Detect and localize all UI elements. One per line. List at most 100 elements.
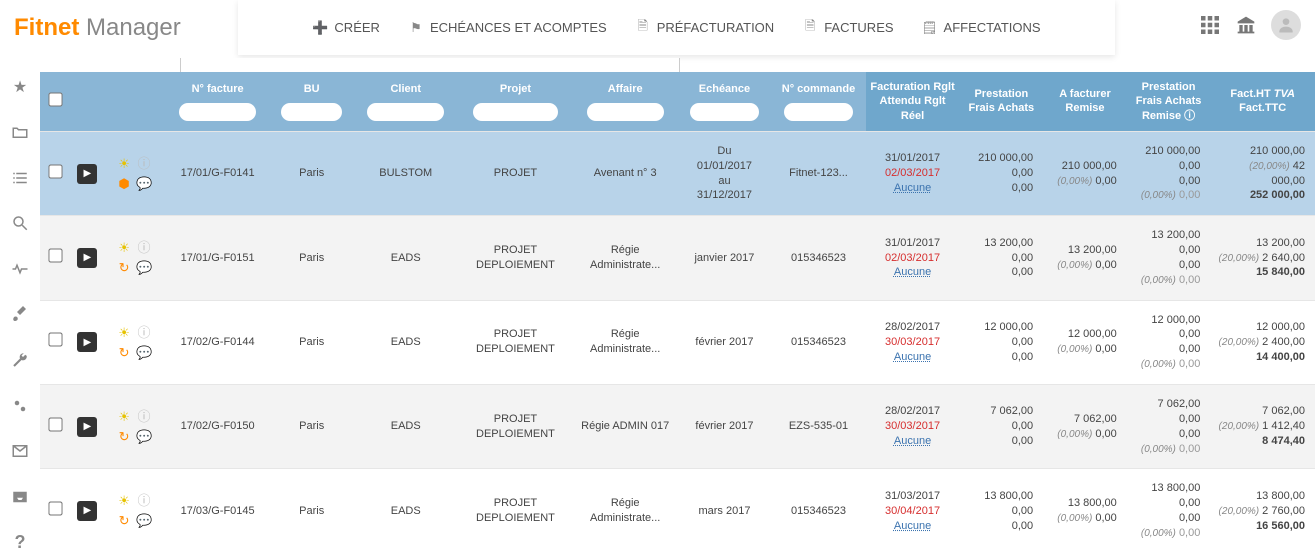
table-row[interactable]: ▶☀ⓘ↻💬17/02/G-F0144ParisEADSPROJET DEPLOI… xyxy=(40,300,1315,384)
filter-num-commande[interactable] xyxy=(784,103,853,121)
gears-icon[interactable] xyxy=(9,395,31,417)
wrench-icon[interactable] xyxy=(9,349,31,371)
cell-echeance: mars 2017 xyxy=(677,469,771,553)
mail-icon[interactable] xyxy=(9,440,31,462)
comment-icon[interactable]: 💬 xyxy=(136,176,152,192)
play-button[interactable]: ▶ xyxy=(77,248,97,268)
table-row[interactable]: ▶☀ⓘ↻💬17/02/G-F0150ParisEADSPROJET DEPLOI… xyxy=(40,385,1315,469)
flag-icon: ⚑ xyxy=(408,20,424,36)
filter-affaire[interactable] xyxy=(587,103,664,121)
list-icon[interactable] xyxy=(9,167,31,189)
row-play-cell: ▶ xyxy=(71,300,102,384)
info-icon[interactable]: ⓘ xyxy=(136,409,152,425)
nav-factures[interactable]: 🗎 FACTURES xyxy=(802,20,893,36)
bank-icon[interactable] xyxy=(1235,14,1257,36)
rglt-reel-link[interactable]: Aucune xyxy=(872,519,954,534)
nav-affectations[interactable]: 🗒 AFFECTATIONS xyxy=(922,20,1041,36)
header-fact-ht-l3: Fact.TTC xyxy=(1239,102,1286,114)
cell-prestation: 210 000,000,000,00 xyxy=(960,131,1044,215)
help-icon[interactable]: ? xyxy=(9,531,31,553)
plus-circle-icon: ➕ xyxy=(312,20,328,36)
table-area: N° facture BU Client Projet Affaire xyxy=(40,58,1315,553)
row-checkbox[interactable] xyxy=(49,164,63,178)
search-icon[interactable] xyxy=(9,213,31,235)
cell-fact-ht: 210 000,00(20,00%) 42 000,00252 000,00 xyxy=(1210,131,1315,215)
clock-refresh-icon[interactable]: ↻ xyxy=(116,260,132,276)
user-avatar[interactable] xyxy=(1271,10,1301,40)
folder-open-icon[interactable] xyxy=(9,122,31,144)
star-icon[interactable]: ★ xyxy=(9,76,31,98)
header-affaire: Affaire xyxy=(573,72,678,131)
play-button[interactable]: ▶ xyxy=(77,417,97,437)
play-button[interactable]: ▶ xyxy=(77,501,97,521)
header-prestation2-l2: Frais xyxy=(1136,95,1162,107)
table-row[interactable]: ▶☀ⓘ↻💬17/01/G-F0151ParisEADSPROJET DEPLOI… xyxy=(40,216,1315,300)
table-row[interactable]: ▶☀ⓘ↻💬17/03/G-F0145ParisEADSPROJET DEPLOI… xyxy=(40,469,1315,553)
play-button[interactable]: ▶ xyxy=(77,332,97,352)
cell-facturation: 28/02/201730/03/2017Aucune xyxy=(866,300,960,384)
rglt-reel-link[interactable]: Aucune xyxy=(872,434,954,449)
status-sun-icon[interactable]: ☀ xyxy=(116,493,132,509)
invoice-icon: 🗎 xyxy=(802,20,818,36)
cell-fact-ht: 13 200,00(20,00%) 2 640,0015 840,00 xyxy=(1210,216,1315,300)
nav-echeances-label: ECHÉANCES ET ACOMPTES xyxy=(430,20,607,35)
logo-brand1: Fitnet xyxy=(14,14,79,41)
row-checkbox[interactable] xyxy=(49,502,63,516)
clock-refresh-icon[interactable]: ↻ xyxy=(116,429,132,445)
cell-client: BULSTOM xyxy=(353,131,458,215)
rglt-reel-link[interactable]: Aucune xyxy=(872,350,954,365)
filter-echeance[interactable] xyxy=(690,103,759,121)
cell-fact-ht: 7 062,00(20,00%) 1 412,408 474,40 xyxy=(1210,385,1315,469)
table-row[interactable]: ▶☀ⓘ⬢💬17/01/G-F0141ParisBULSTOMPROJETAven… xyxy=(40,131,1315,215)
clock-refresh-icon[interactable]: ↻ xyxy=(116,344,132,360)
cube-icon[interactable]: ⬢ xyxy=(116,176,132,192)
filter-projet[interactable] xyxy=(473,103,559,121)
play-button[interactable]: ▶ xyxy=(77,164,97,184)
cell-client: EADS xyxy=(353,216,458,300)
clock-refresh-icon[interactable]: ↻ xyxy=(116,513,132,529)
header-prestation2-l1: Prestation xyxy=(1142,81,1196,93)
header-num-commande: N° commande xyxy=(771,72,865,131)
row-checkbox-cell xyxy=(40,385,71,469)
info-icon[interactable]: ⓘ xyxy=(136,156,152,172)
rglt-reel-link[interactable]: Aucune xyxy=(872,181,954,196)
row-play-cell: ▶ xyxy=(71,385,102,469)
rglt-reel-link[interactable]: Aucune xyxy=(872,265,954,280)
filter-bu[interactable] xyxy=(281,103,341,121)
cell-affaire: Régie Administrate... xyxy=(573,216,678,300)
row-icons-cell: ☀ⓘ↻💬 xyxy=(103,469,166,553)
cell-bu: Paris xyxy=(270,385,354,469)
apps-grid-icon[interactable] xyxy=(1199,14,1221,36)
header-client: Client xyxy=(353,72,458,131)
row-checkbox[interactable] xyxy=(49,248,63,262)
nav-creer[interactable]: ➕ CRÉER xyxy=(312,20,380,36)
info-icon[interactable]: ⓘ xyxy=(136,240,152,256)
inbox-icon[interactable] xyxy=(9,486,31,508)
nav-echeances[interactable]: ⚑ ECHÉANCES ET ACOMPTES xyxy=(408,20,607,36)
comment-icon[interactable]: 💬 xyxy=(136,513,152,529)
heartbeat-icon[interactable] xyxy=(9,258,31,280)
status-sun-icon[interactable]: ☀ xyxy=(116,156,132,172)
header-facturation-l1: Facturation xyxy=(870,81,930,93)
filter-client[interactable] xyxy=(367,103,444,121)
filter-num-facture[interactable] xyxy=(179,103,256,121)
cell-a-facturer: 13 200,00(0,00%) 0,00 xyxy=(1043,216,1127,300)
nav-prefacturation[interactable]: 🗎 PRÉFACTURATION xyxy=(635,20,775,36)
row-checkbox[interactable] xyxy=(49,417,63,431)
info-icon[interactable]: ⓘ xyxy=(136,324,152,340)
logo[interactable]: Fitnet Manager xyxy=(14,14,181,42)
status-sun-icon[interactable]: ☀ xyxy=(116,240,132,256)
info-icon[interactable]: ⓘ xyxy=(136,493,152,509)
row-checkbox[interactable] xyxy=(49,333,63,347)
comment-icon[interactable]: 💬 xyxy=(136,260,152,276)
brush-icon[interactable] xyxy=(9,304,31,326)
status-sun-icon[interactable]: ☀ xyxy=(116,324,132,340)
cell-projet: PROJET xyxy=(458,131,573,215)
status-sun-icon[interactable]: ☀ xyxy=(116,409,132,425)
header-num-commande-label: N° commande xyxy=(782,83,855,95)
comment-icon[interactable]: 💬 xyxy=(136,429,152,445)
comment-icon[interactable]: 💬 xyxy=(136,344,152,360)
select-all-checkbox[interactable] xyxy=(49,92,63,106)
cell-a-facturer: 12 000,00(0,00%) 0,00 xyxy=(1043,300,1127,384)
table-header-row: N° facture BU Client Projet Affaire xyxy=(40,72,1315,131)
